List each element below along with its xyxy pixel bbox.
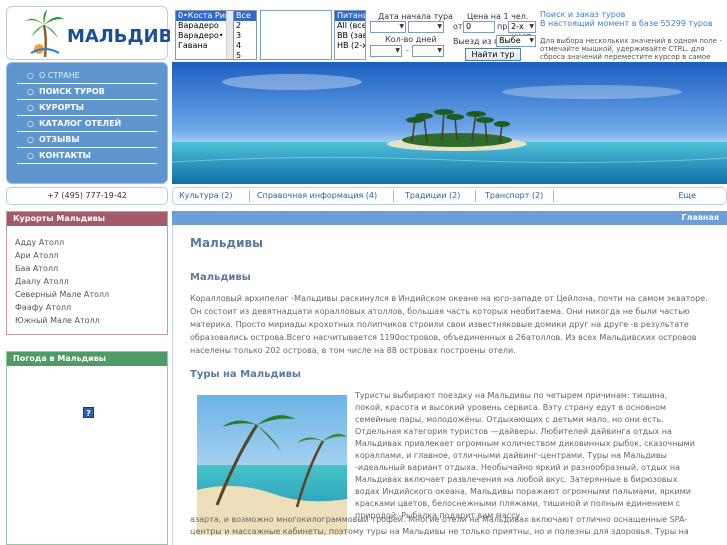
hero-banner-image: [172, 62, 727, 184]
resort-link[interactable]: Фаафу Атолл: [15, 301, 167, 314]
breadcrumb: Главная: [172, 211, 727, 225]
palm-icon: [26, 10, 64, 58]
tours-text: Туристы выбирают поездку на Мальдивы по …: [355, 391, 695, 520]
date-day-select[interactable]: [370, 21, 406, 33]
intro-text: Коралловый архипелаг -Мальдивы раскинулс…: [190, 294, 708, 355]
price-from-input[interactable]: 0: [463, 21, 495, 33]
days-label: Кол-во дней: [385, 35, 437, 44]
meal-option[interactable]: BB (завтрак): [335, 31, 365, 41]
tours-section-title: Туры на Мальдивы: [190, 369, 301, 380]
main-nav: ○ О СТРАНЕ ○ ПОИСК ТУРОВ ○ КУРОРТЫ ○ КАТАЛОГ…: [6, 62, 168, 184]
count-option[interactable]: 5: [234, 51, 256, 59]
nav-item-about-country[interactable]: ○ О СТРАНЕ: [17, 69, 157, 84]
count-list[interactable]: Все 2 3 4 5: [233, 10, 257, 60]
bullet-icon: ○: [27, 135, 34, 144]
bullet-icon: ○: [27, 103, 34, 112]
page-title: Мальдивы: [190, 236, 263, 250]
resorts-box: Курорты Мальдивы Адду Атолл Ари Атолл Ба…: [6, 211, 168, 335]
tours-text-continued: азарта, и возможно многокилограммовый тр…: [190, 515, 689, 536]
count-option[interactable]: 2: [234, 21, 256, 31]
nav-item-label: КАТАЛОГ ОТЕЛЕЙ: [39, 119, 122, 128]
people-select[interactable]: 2-х мест: [508, 21, 536, 41]
nav-item-reviews[interactable]: ○ ОТЗЫВЫ: [17, 133, 157, 148]
tour-count-text: В настоящий момент в базе 55299 туров: [540, 19, 713, 28]
tags-more-link[interactable]: Еще: [678, 188, 696, 204]
find-tour-button[interactable]: Найти тур: [465, 48, 521, 61]
tag-traditions[interactable]: Традиции (2): [405, 188, 460, 204]
price-label: Цена на 1 чел.: [467, 12, 529, 21]
nav-item-label: О СТРАНЕ: [39, 71, 80, 80]
meal-option[interactable]: HB (2-х раз.): [335, 41, 365, 51]
nav-item-tour-search[interactable]: ○ ПОИСК ТУРОВ: [17, 85, 157, 100]
days-from-select[interactable]: [370, 45, 402, 57]
tag-divider: [553, 190, 554, 202]
count-option[interactable]: Все: [234, 11, 256, 21]
departure-select[interactable]: Выбе: [496, 35, 536, 47]
main-content: Мальдивы Мальдивы Коралловый архипелаг -…: [172, 225, 727, 545]
nav-item-hotel-catalog[interactable]: ○ КАТАЛОГ ОТЕЛЕЙ: [17, 117, 157, 132]
nav-item-label: КОНТАКТЫ: [39, 151, 91, 160]
nav-item-resorts[interactable]: ○ КУРОРТЫ: [17, 101, 157, 116]
search-info-title: Поиск и заказ туров: [540, 10, 626, 19]
resorts-box-title: Курорты Мальдивы: [7, 212, 167, 226]
meal-option[interactable]: Питание: [335, 11, 365, 21]
meal-list[interactable]: Питание All (все вкл.) BB (завтрак) HB (…: [334, 10, 366, 60]
tag-bar: Культура (2) Справочная информация (4) Т…: [172, 187, 727, 205]
meal-option[interactable]: All (все вкл.): [335, 21, 365, 31]
count-option[interactable]: 4: [234, 41, 256, 51]
resort-link[interactable]: Северный Мале Атолл: [15, 288, 167, 301]
resort-link[interactable]: Ари Атолл: [15, 249, 167, 262]
days-to-select[interactable]: [412, 45, 444, 57]
weather-widget-icon[interactable]: ?: [83, 407, 94, 418]
price-from-label: от: [453, 22, 463, 31]
bullet-icon: ○: [27, 71, 34, 80]
nav-item-label: ПОИСК ТУРОВ: [39, 87, 105, 96]
tag-culture[interactable]: Культура (2): [179, 188, 233, 204]
nav-item-contacts[interactable]: ○ КОНТАКТЫ: [17, 149, 157, 164]
date-label: Дата начала тура: [378, 12, 453, 21]
nav-item-label: ОТЗЫВЫ: [39, 135, 80, 144]
count-option[interactable]: 3: [234, 31, 256, 41]
days-separator: -: [406, 46, 409, 55]
resort-link[interactable]: Баа Атолл: [15, 262, 167, 275]
breadcrumb-home[interactable]: Главная: [682, 211, 719, 225]
date-month-select[interactable]: [408, 21, 444, 33]
hotel-list[interactable]: [260, 10, 332, 60]
weather-box: Погода в Мальдивы ?: [6, 351, 168, 545]
bullet-icon: ○: [27, 87, 34, 96]
departure-label: Выезд из г.: [453, 37, 501, 46]
tag-reference-info[interactable]: Справочная информация (4): [257, 188, 377, 204]
nav-item-label: КУРОРТЫ: [39, 103, 84, 112]
tour-search-form: 0•Коста Рика Варадеро Варадеро• Гавана В…: [170, 6, 727, 69]
resort-link[interactable]: Даалу Атолл: [15, 275, 167, 288]
tag-divider: [249, 190, 250, 202]
bullet-icon: ○: [27, 151, 34, 160]
resort-link[interactable]: Южный Мале Атолл: [15, 314, 167, 327]
resort-link[interactable]: Адду Атолл: [15, 236, 167, 249]
resort-list: Адду Атолл Ари Атолл Баа Атолл Даалу Ато…: [7, 226, 167, 327]
country-list[interactable]: 0•Коста Рика Варадеро Варадеро• Гавана: [175, 10, 235, 60]
tag-transport[interactable]: Транспорт (2): [485, 188, 543, 204]
weather-box-title: Погода в Мальдивы: [7, 352, 167, 366]
bullet-icon: ○: [27, 119, 34, 128]
phone-number[interactable]: +7 (495) 777-19-42: [6, 187, 168, 205]
tag-divider: [393, 190, 394, 202]
tag-divider: [475, 190, 476, 202]
site-logo[interactable]: МАЛЬДИВЫ: [6, 6, 191, 60]
section-title: Мальдивы: [190, 272, 251, 283]
